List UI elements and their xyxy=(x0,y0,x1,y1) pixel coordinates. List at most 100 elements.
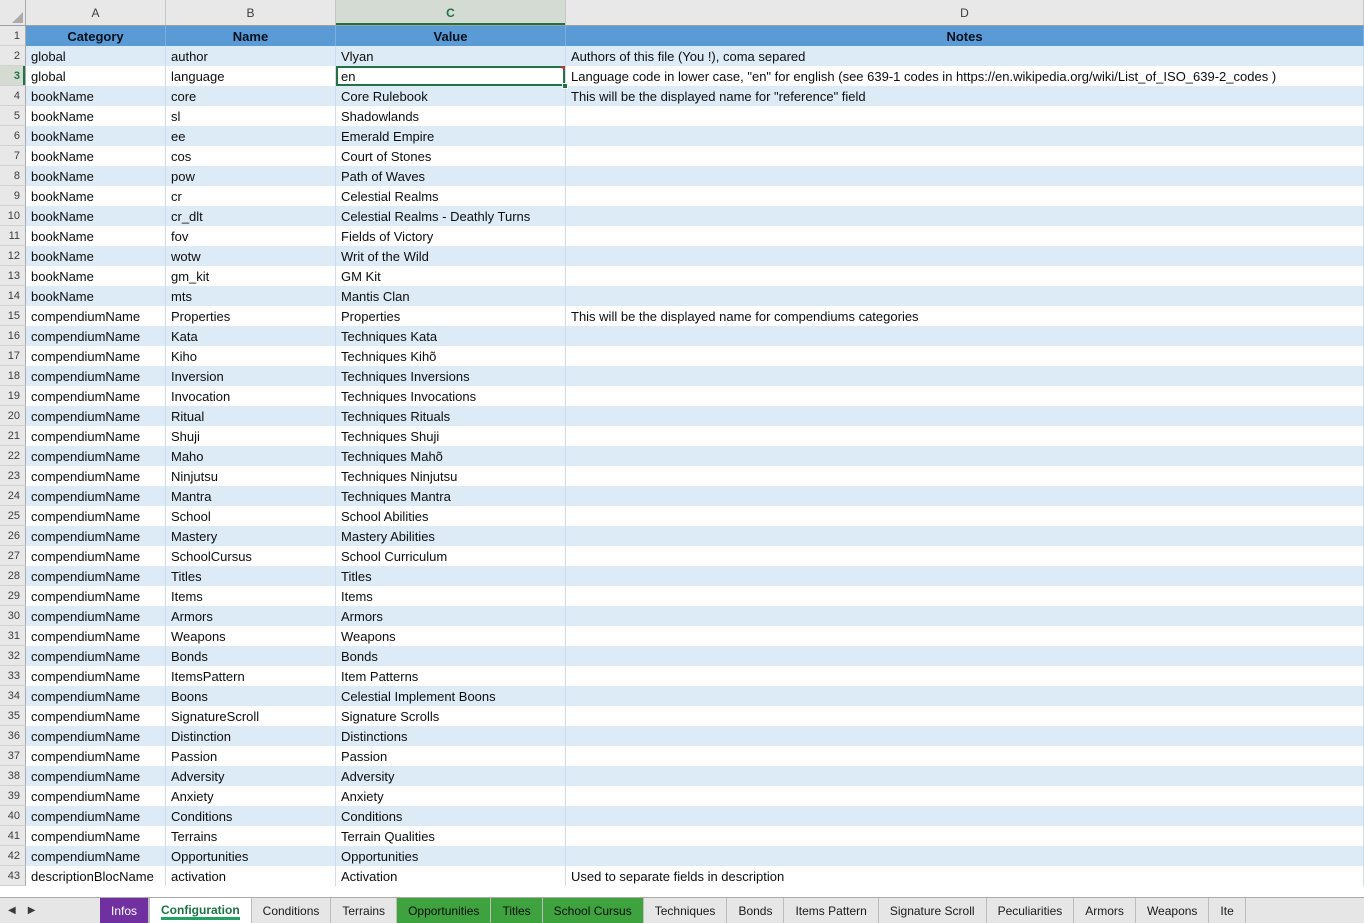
sheet-tab-items-pattern[interactable]: Items Pattern xyxy=(784,898,878,923)
cell-C21[interactable]: Techniques Shuji xyxy=(336,426,566,446)
row-header-27[interactable]: 27 xyxy=(0,546,26,566)
sheet-tab-opportunities[interactable]: Opportunities xyxy=(397,898,491,923)
row-header-22[interactable]: 22 xyxy=(0,446,26,466)
cell-B26[interactable]: Mastery xyxy=(166,526,336,546)
cell-D17[interactable] xyxy=(566,346,1364,366)
cell-C39[interactable]: Anxiety xyxy=(336,786,566,806)
sheet-tab-techniques[interactable]: Techniques xyxy=(644,898,728,923)
column-header-D[interactable]: D xyxy=(566,0,1364,25)
sheet-tab-configuration[interactable]: Configuration xyxy=(149,898,252,923)
cell-B24[interactable]: Mantra xyxy=(166,486,336,506)
row-header-23[interactable]: 23 xyxy=(0,466,26,486)
cell-D36[interactable] xyxy=(566,726,1364,746)
row-header-28[interactable]: 28 xyxy=(0,566,26,586)
cell-C27[interactable]: School Curriculum xyxy=(336,546,566,566)
cell-D6[interactable] xyxy=(566,126,1364,146)
cell-B10[interactable]: cr_dlt xyxy=(166,206,336,226)
cell-B1[interactable]: Name xyxy=(166,26,336,46)
cell-D8[interactable] xyxy=(566,166,1364,186)
cell-B43[interactable]: activation xyxy=(166,866,336,886)
cell-D7[interactable] xyxy=(566,146,1364,166)
cell-A24[interactable]: compendiumName xyxy=(26,486,166,506)
cell-B13[interactable]: gm_kit xyxy=(166,266,336,286)
cell-B32[interactable]: Bonds xyxy=(166,646,336,666)
row-header-33[interactable]: 33 xyxy=(0,666,26,686)
cell-A2[interactable]: global xyxy=(26,46,166,66)
cell-B16[interactable]: Kata xyxy=(166,326,336,346)
cell-A7[interactable]: bookName xyxy=(26,146,166,166)
row-header-5[interactable]: 5 xyxy=(0,106,26,126)
cell-A19[interactable]: compendiumName xyxy=(26,386,166,406)
cell-C5[interactable]: Shadowlands xyxy=(336,106,566,126)
sheet-tab-titles[interactable]: Titles xyxy=(491,898,542,923)
row-header-21[interactable]: 21 xyxy=(0,426,26,446)
row-header-36[interactable]: 36 xyxy=(0,726,26,746)
cell-C2[interactable]: Vlyan xyxy=(336,46,566,66)
sheet-tab-terrains[interactable]: Terrains xyxy=(331,898,397,923)
row-header-35[interactable]: 35 xyxy=(0,706,26,726)
cell-B5[interactable]: sl xyxy=(166,106,336,126)
cell-C6[interactable]: Emerald Empire xyxy=(336,126,566,146)
cell-B23[interactable]: Ninjutsu xyxy=(166,466,336,486)
cell-D37[interactable] xyxy=(566,746,1364,766)
row-header-14[interactable]: 14 xyxy=(0,286,26,306)
cell-D15[interactable]: This will be the displayed name for comp… xyxy=(566,306,1364,326)
row-header-15[interactable]: 15 xyxy=(0,306,26,326)
cell-C28[interactable]: Titles xyxy=(336,566,566,586)
cell-B37[interactable]: Passion xyxy=(166,746,336,766)
cell-C10[interactable]: Celestial Realms - Deathly Turns xyxy=(336,206,566,226)
row-header-12[interactable]: 12 xyxy=(0,246,26,266)
cell-B31[interactable]: Weapons xyxy=(166,626,336,646)
cell-D27[interactable] xyxy=(566,546,1364,566)
cell-B33[interactable]: ItemsPattern xyxy=(166,666,336,686)
cell-C14[interactable]: Mantis Clan xyxy=(336,286,566,306)
cell-A23[interactable]: compendiumName xyxy=(26,466,166,486)
sheet-tab-conditions[interactable]: Conditions xyxy=(252,898,332,923)
cell-D26[interactable] xyxy=(566,526,1364,546)
row-header-20[interactable]: 20 xyxy=(0,406,26,426)
cell-D14[interactable] xyxy=(566,286,1364,306)
cell-D11[interactable] xyxy=(566,226,1364,246)
cell-B38[interactable]: Adversity xyxy=(166,766,336,786)
row-header-6[interactable]: 6 xyxy=(0,126,26,146)
cell-D40[interactable] xyxy=(566,806,1364,826)
cell-D18[interactable] xyxy=(566,366,1364,386)
sheet-tab-armors[interactable]: Armors xyxy=(1074,898,1136,923)
cell-B15[interactable]: Properties xyxy=(166,306,336,326)
cell-D4[interactable]: This will be the displayed name for "ref… xyxy=(566,86,1364,106)
cell-D42[interactable] xyxy=(566,846,1364,866)
cell-A18[interactable]: compendiumName xyxy=(26,366,166,386)
cell-B27[interactable]: SchoolCursus xyxy=(166,546,336,566)
cell-D24[interactable] xyxy=(566,486,1364,506)
cell-B9[interactable]: cr xyxy=(166,186,336,206)
cell-A25[interactable]: compendiumName xyxy=(26,506,166,526)
cell-B6[interactable]: ee xyxy=(166,126,336,146)
cell-C9[interactable]: Celestial Realms xyxy=(336,186,566,206)
cell-A34[interactable]: compendiumName xyxy=(26,686,166,706)
cell-D33[interactable] xyxy=(566,666,1364,686)
cell-C34[interactable]: Celestial Implement Boons xyxy=(336,686,566,706)
cell-A36[interactable]: compendiumName xyxy=(26,726,166,746)
sheet-tab-weapons[interactable]: Weapons xyxy=(1136,898,1209,923)
cell-A41[interactable]: compendiumName xyxy=(26,826,166,846)
row-header-41[interactable]: 41 xyxy=(0,826,26,846)
row-header-37[interactable]: 37 xyxy=(0,746,26,766)
cell-C20[interactable]: Techniques Rituals xyxy=(336,406,566,426)
cell-C30[interactable]: Armors xyxy=(336,606,566,626)
cell-D39[interactable] xyxy=(566,786,1364,806)
cell-B2[interactable]: author xyxy=(166,46,336,66)
cell-D41[interactable] xyxy=(566,826,1364,846)
cell-C16[interactable]: Techniques Kata xyxy=(336,326,566,346)
cell-C15[interactable]: Properties xyxy=(336,306,566,326)
cell-B12[interactable]: wotw xyxy=(166,246,336,266)
row-header-18[interactable]: 18 xyxy=(0,366,26,386)
row-header-4[interactable]: 4 xyxy=(0,86,26,106)
cell-A30[interactable]: compendiumName xyxy=(26,606,166,626)
prev-sheet-arrow-icon[interactable]: ◀ xyxy=(8,906,16,916)
row-header-11[interactable]: 11 xyxy=(0,226,26,246)
cell-B34[interactable]: Boons xyxy=(166,686,336,706)
cell-A9[interactable]: bookName xyxy=(26,186,166,206)
column-header-B[interactable]: B xyxy=(166,0,336,25)
cell-C36[interactable]: Distinctions xyxy=(336,726,566,746)
cell-C29[interactable]: Items xyxy=(336,586,566,606)
